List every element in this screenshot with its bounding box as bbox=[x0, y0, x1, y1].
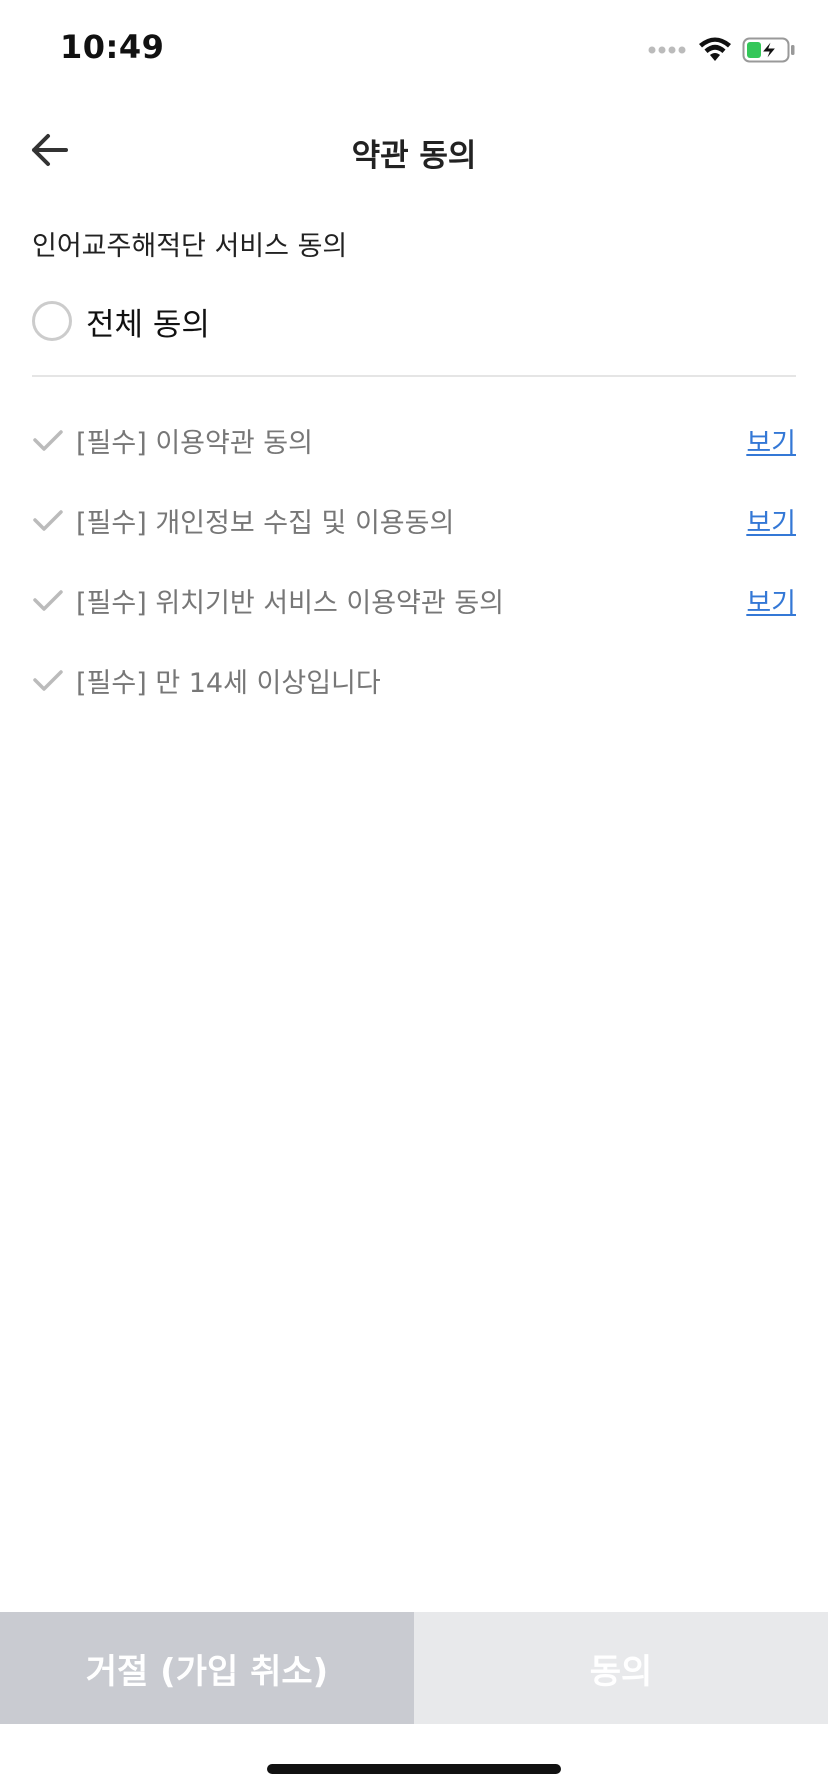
status-icons bbox=[648, 36, 796, 64]
view-terms-link[interactable]: 보기 bbox=[746, 421, 796, 460]
status-time: 10:49 bbox=[60, 28, 165, 66]
term-label: [필수] 위치기반 서비스 이용약관 동의 bbox=[76, 587, 504, 619]
service-title: 인어교주해적단 서비스 동의 bbox=[32, 231, 348, 262]
terms-list: [필수] 이용약관 동의 보기 [필수] 개인정보 수집 및 이용동의 보기 [… bbox=[32, 400, 796, 720]
term-label: [필수] 개인정보 수집 및 이용동의 bbox=[76, 507, 455, 539]
view-privacy-link[interactable]: 보기 bbox=[746, 501, 796, 540]
page-title: 약관 동의 bbox=[351, 138, 477, 174]
agree-all-checkbox[interactable]: 전체 동의 bbox=[32, 296, 210, 346]
terms-agreement-screen: 10:49 약관 동의 인어교주해적단 서비스 동의 전체 동의 [필수] 이용… bbox=[0, 0, 828, 1792]
term-label: [필수] 만 14세 이상입니다 bbox=[76, 667, 381, 699]
term-row-location[interactable]: [필수] 위치기반 서비스 이용약관 동의 보기 bbox=[32, 560, 796, 640]
check-icon bbox=[33, 430, 63, 451]
signal-dots-icon bbox=[648, 46, 686, 54]
divider bbox=[32, 375, 796, 377]
wifi-icon bbox=[699, 37, 731, 61]
decline-button[interactable]: 거절 (가입 취소) bbox=[0, 1612, 414, 1724]
term-label: [필수] 이용약관 동의 bbox=[76, 427, 313, 459]
term-row-privacy[interactable]: [필수] 개인정보 수집 및 이용동의 보기 bbox=[32, 480, 796, 560]
term-row-age[interactable]: [필수] 만 14세 이상입니다 bbox=[32, 640, 796, 720]
check-icon bbox=[33, 510, 63, 531]
home-indicator bbox=[267, 1764, 561, 1774]
agree-button[interactable]: 동의 bbox=[414, 1612, 828, 1724]
agree-all-radio-icon bbox=[32, 301, 72, 341]
check-icon bbox=[33, 670, 63, 691]
bottom-button-bar: 거절 (가입 취소) 동의 bbox=[0, 1612, 828, 1724]
status-bar: 10:49 bbox=[0, 0, 828, 100]
term-row-terms-of-use[interactable]: [필수] 이용약관 동의 보기 bbox=[32, 400, 796, 480]
agree-all-label: 전체 동의 bbox=[86, 306, 210, 343]
nav-bar: 약관 동의 bbox=[0, 110, 828, 190]
check-icon bbox=[33, 590, 63, 611]
view-location-link[interactable]: 보기 bbox=[746, 581, 796, 620]
battery-charging-icon bbox=[742, 37, 795, 63]
